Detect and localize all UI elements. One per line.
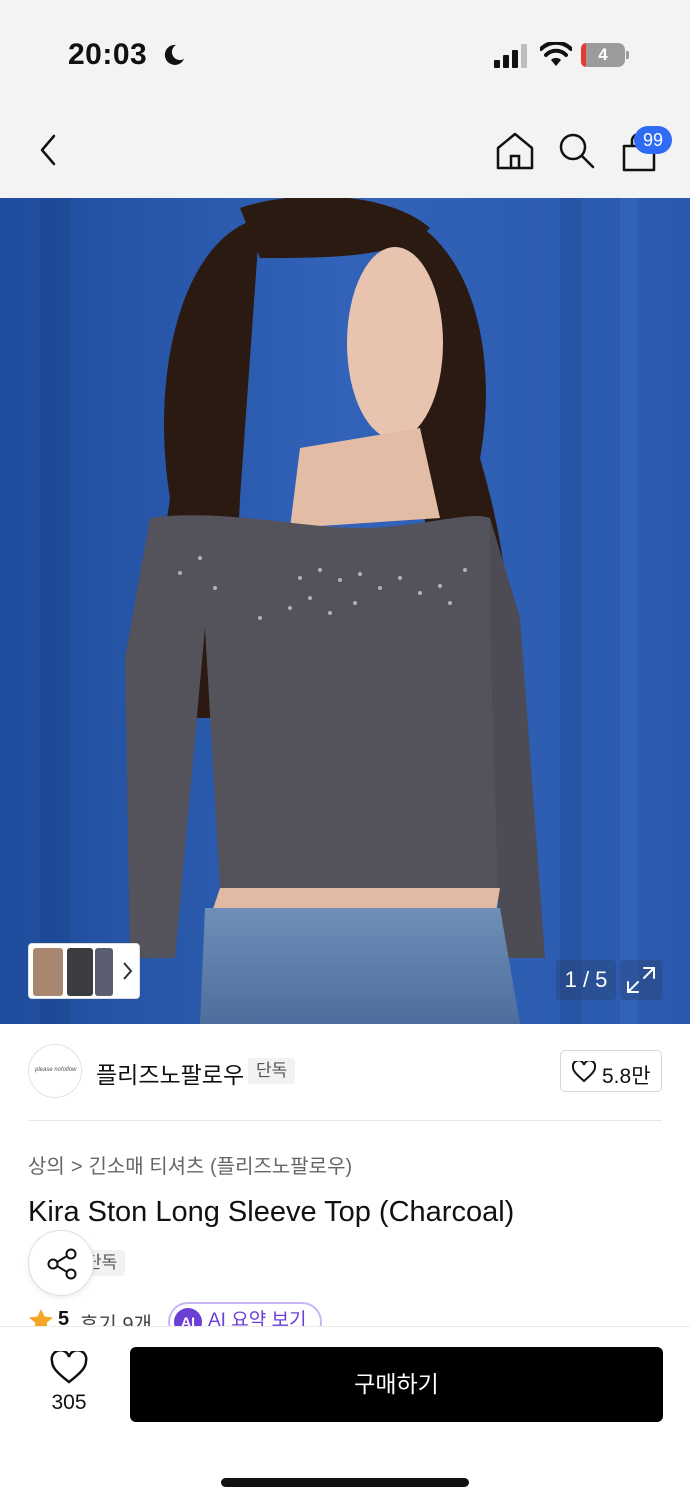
rating-row: 5 후기 9개 AI AI 요약 보기 <box>28 1302 668 1326</box>
exclusive-tag: 단독 <box>248 1058 296 1084</box>
status-time: 20:03 <box>68 38 148 71</box>
rating-score: 5 <box>58 1308 70 1326</box>
wifi-icon <box>540 42 572 66</box>
top-bar: 20:03 4 99 <box>0 0 690 198</box>
product-image-gallery[interactable]: 1 / 5 <box>0 198 690 1024</box>
review-count[interactable]: 후기 9개 <box>80 1308 152 1326</box>
expand-button[interactable] <box>620 960 662 1000</box>
brand-logo[interactable]: please nofollow <box>28 1044 82 1098</box>
buy-button[interactable]: 구매하기 <box>130 1347 663 1422</box>
product-photo <box>0 198 690 1024</box>
breadcrumb: 상의 > 긴소매 티셔츠 (플리즈노팔로우) <box>28 1150 352 1179</box>
bottom-action-bar: 305 구매하기 <box>0 1326 690 1500</box>
breadcrumb-subcategory[interactable]: 긴소매 티셔츠 (플리즈노팔로우) <box>89 1156 353 1178</box>
status-bar: 20:03 4 <box>0 0 690 100</box>
brand-like-button[interactable]: 5.8만 <box>560 1050 662 1092</box>
brand-like-count: 5.8만 <box>602 1065 651 1088</box>
ai-summary-label: AI 요약 보기 <box>208 1310 307 1326</box>
back-chevron-icon[interactable] <box>34 132 64 168</box>
wishlist-button[interactable]: 305 <box>40 1351 98 1421</box>
heart-icon <box>50 1351 88 1384</box>
share-icon <box>47 1248 77 1280</box>
moon-icon <box>164 44 184 65</box>
navigation-bar: 99 <box>0 100 690 198</box>
breadcrumb-category[interactable]: 상의 <box>28 1156 65 1178</box>
thumbnail-strip[interactable] <box>28 943 140 999</box>
product-title: Kira Ston Long Sleeve Top (Charcoal) <box>28 1196 515 1228</box>
search-icon[interactable] <box>556 130 596 170</box>
signal-icon <box>494 44 527 68</box>
share-button[interactable] <box>28 1230 94 1296</box>
chevron-right-icon <box>123 962 133 980</box>
brand-name[interactable]: 플리즈노팔로우 <box>96 1056 244 1090</box>
wishlist-count: 305 <box>51 1391 87 1414</box>
home-icon[interactable] <box>494 130 536 172</box>
divider <box>28 1120 662 1121</box>
image-counter: 1 / 5 <box>556 960 616 1000</box>
home-indicator <box>221 1478 469 1487</box>
expand-icon <box>627 967 655 993</box>
battery-icon: 4 <box>581 43 629 67</box>
breadcrumb-separator: > <box>70 1156 83 1178</box>
ai-summary-button[interactable]: AI AI 요약 보기 <box>168 1302 323 1326</box>
heart-icon <box>572 1061 596 1083</box>
brand-row[interactable]: please nofollow 플리즈노팔로우 단독 5.8만 <box>0 1024 690 1120</box>
ai-icon: AI <box>174 1308 202 1326</box>
brand-logo-text: please nofollow <box>35 1067 77 1073</box>
battery-level: 4 <box>598 45 608 64</box>
cart-count-badge: 99 <box>634 126 672 154</box>
star-icon <box>29 1309 53 1326</box>
